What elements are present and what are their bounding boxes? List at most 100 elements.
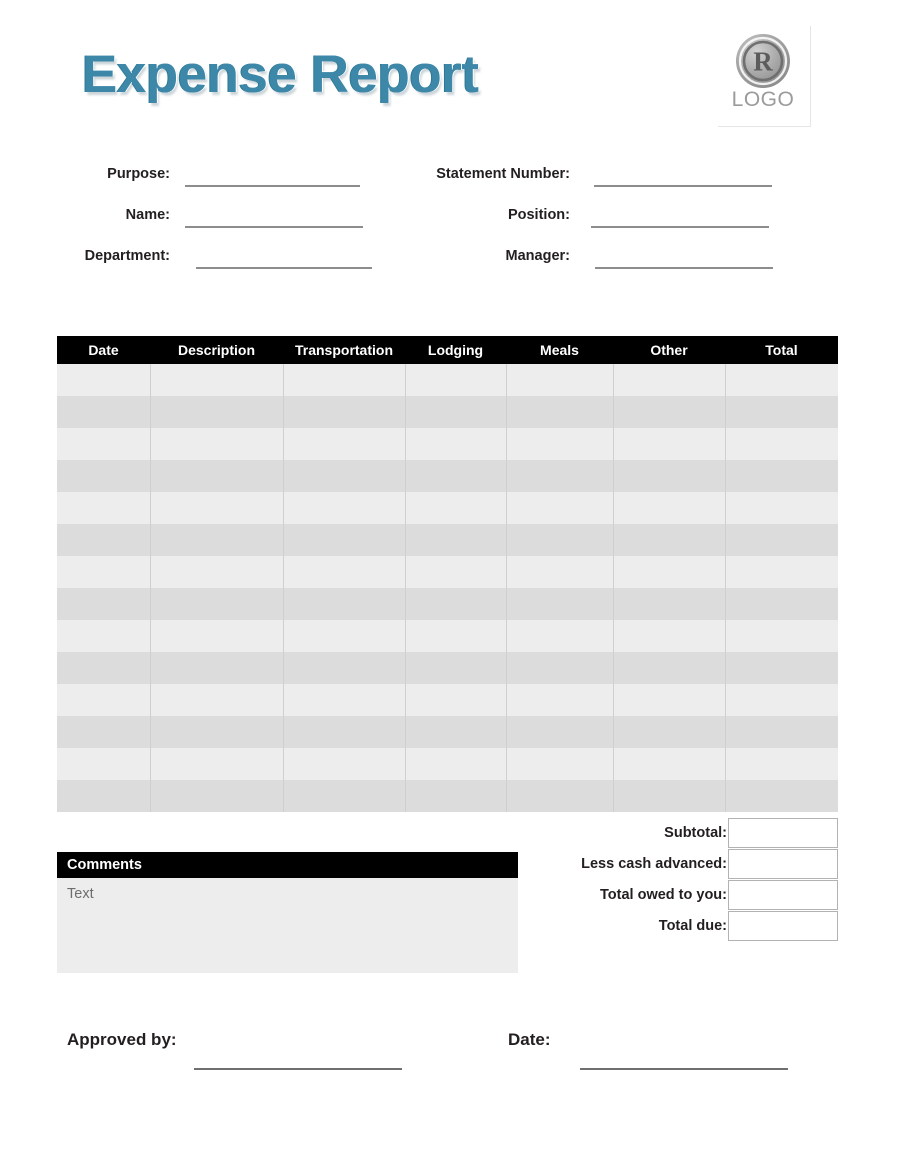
table-cell[interactable] [725,492,838,524]
table-cell[interactable] [506,652,614,684]
field-statement-number-input[interactable] [594,185,772,187]
table-cell[interactable] [506,620,614,652]
table-cell[interactable] [725,748,838,780]
table-cell[interactable] [150,620,284,652]
field-manager-input[interactable] [595,267,773,269]
table-cell[interactable] [725,460,838,492]
table-cell[interactable] [57,492,151,524]
table-cell[interactable] [725,652,838,684]
table-cell[interactable] [506,556,614,588]
table-cell[interactable] [725,620,838,652]
table-cell[interactable] [613,396,726,428]
table-cell[interactable] [405,364,507,396]
table-cell[interactable] [57,780,151,812]
table-cell[interactable] [150,396,284,428]
table-cell[interactable] [613,492,726,524]
table-cell[interactable] [613,748,726,780]
table-cell[interactable] [506,460,614,492]
table-cell[interactable] [150,492,284,524]
table-cell[interactable] [57,460,151,492]
table-cell[interactable] [405,396,507,428]
table-cell[interactable] [613,460,726,492]
table-cell[interactable] [57,396,151,428]
table-cell[interactable] [283,684,406,716]
table-cell[interactable] [725,716,838,748]
table-cell[interactable] [613,652,726,684]
table-cell[interactable] [57,716,151,748]
table-cell[interactable] [150,556,284,588]
table-cell[interactable] [725,524,838,556]
total-input[interactable] [728,911,838,941]
table-cell[interactable] [57,620,151,652]
table-cell[interactable] [613,780,726,812]
table-cell[interactable] [57,748,151,780]
table-cell[interactable] [283,524,406,556]
table-cell[interactable] [405,428,507,460]
table-cell[interactable] [506,748,614,780]
table-cell[interactable] [405,524,507,556]
table-cell[interactable] [57,588,151,620]
table-cell[interactable] [725,556,838,588]
table-cell[interactable] [57,556,151,588]
table-cell[interactable] [57,364,151,396]
table-cell[interactable] [506,396,614,428]
table-cell[interactable] [150,748,284,780]
table-cell[interactable] [725,364,838,396]
table-cell[interactable] [725,780,838,812]
table-cell[interactable] [150,364,284,396]
table-cell[interactable] [506,364,614,396]
table-cell[interactable] [405,492,507,524]
table-cell[interactable] [283,652,406,684]
field-position-input[interactable] [591,226,769,228]
table-cell[interactable] [725,428,838,460]
table-cell[interactable] [405,588,507,620]
table-cell[interactable] [506,780,614,812]
table-cell[interactable] [506,588,614,620]
table-cell[interactable] [405,460,507,492]
table-cell[interactable] [613,524,726,556]
table-cell[interactable] [150,524,284,556]
table-cell[interactable] [150,780,284,812]
table-cell[interactable] [283,716,406,748]
table-cell[interactable] [150,684,284,716]
table-cell[interactable] [150,588,284,620]
total-input[interactable] [728,880,838,910]
table-cell[interactable] [405,716,507,748]
table-cell[interactable] [150,460,284,492]
comments-input[interactable]: Text [57,878,518,973]
field-purpose-input[interactable] [185,185,360,187]
table-cell[interactable] [725,588,838,620]
table-cell[interactable] [613,620,726,652]
total-input[interactable] [728,849,838,879]
table-cell[interactable] [283,780,406,812]
table-cell[interactable] [613,556,726,588]
table-cell[interactable] [405,780,507,812]
table-cell[interactable] [506,492,614,524]
table-cell[interactable] [150,652,284,684]
table-cell[interactable] [725,396,838,428]
table-cell[interactable] [725,684,838,716]
table-cell[interactable] [57,428,151,460]
table-cell[interactable] [283,364,406,396]
table-cell[interactable] [283,396,406,428]
table-cell[interactable] [506,716,614,748]
table-cell[interactable] [613,428,726,460]
table-cell[interactable] [405,652,507,684]
field-name-input[interactable] [185,226,363,228]
table-cell[interactable] [613,588,726,620]
table-cell[interactable] [405,620,507,652]
date-input[interactable] [580,1068,788,1070]
table-cell[interactable] [57,684,151,716]
table-cell[interactable] [283,620,406,652]
table-cell[interactable] [283,748,406,780]
table-cell[interactable] [506,684,614,716]
table-cell[interactable] [405,684,507,716]
table-cell[interactable] [150,716,284,748]
table-cell[interactable] [613,364,726,396]
field-department-input[interactable] [196,267,372,269]
table-cell[interactable] [613,684,726,716]
table-cell[interactable] [283,492,406,524]
table-cell[interactable] [283,556,406,588]
approved-by-input[interactable] [194,1068,402,1070]
table-cell[interactable] [405,556,507,588]
